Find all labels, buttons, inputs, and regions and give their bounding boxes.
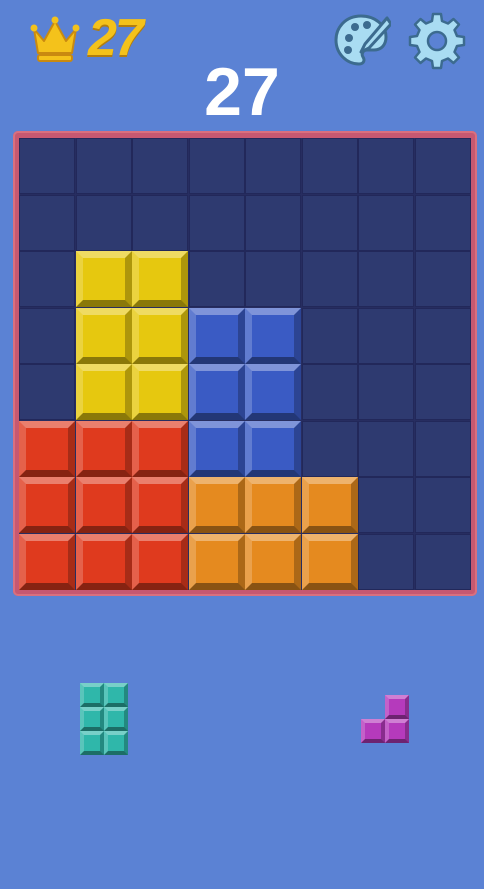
tray-block: [104, 683, 128, 707]
crown-icon: [30, 16, 80, 62]
board-cell-empty[interactable]: [358, 138, 414, 194]
board-cell-empty[interactable]: [19, 307, 75, 364]
board-cell-blue[interactable]: [245, 364, 301, 420]
board-cell-empty[interactable]: [132, 194, 188, 251]
board-cell-blue[interactable]: [188, 420, 245, 477]
tray-block: [385, 719, 409, 743]
board-cell-empty[interactable]: [414, 194, 471, 251]
tray-block: [104, 707, 128, 731]
board-cell-empty[interactable]: [19, 364, 75, 420]
board-cell-red[interactable]: [132, 533, 188, 590]
game-board[interactable]: [19, 138, 471, 590]
board-cell-yellow[interactable]: [75, 251, 132, 307]
board-cell-orange[interactable]: [245, 477, 301, 533]
board-cell-empty[interactable]: [188, 194, 245, 251]
tray-block: [385, 695, 409, 719]
board-cell-orange[interactable]: [301, 533, 358, 590]
tray-block: [361, 719, 385, 743]
board-cell-blue[interactable]: [245, 420, 301, 477]
board-cell-empty[interactable]: [301, 307, 358, 364]
board-cell-red[interactable]: [132, 477, 188, 533]
board-cell-orange[interactable]: [301, 477, 358, 533]
board-cell-empty[interactable]: [245, 194, 301, 251]
board-cell-empty[interactable]: [414, 307, 471, 364]
board-cell-empty[interactable]: [414, 251, 471, 307]
best-score-value: 27: [88, 9, 144, 67]
board-cell-empty[interactable]: [301, 364, 358, 420]
board-cell-orange[interactable]: [188, 533, 245, 590]
board-cell-empty[interactable]: [188, 251, 245, 307]
board-cell-empty[interactable]: [19, 251, 75, 307]
board-cell-empty[interactable]: [301, 138, 358, 194]
board-cell-empty[interactable]: [301, 420, 358, 477]
board-cell-empty[interactable]: [75, 194, 132, 251]
tray-block: [80, 683, 104, 707]
board-cell-empty[interactable]: [19, 138, 75, 194]
tray-block: [80, 731, 104, 755]
board-cell-red[interactable]: [132, 420, 188, 477]
board-cell-empty[interactable]: [358, 533, 414, 590]
board-cell-empty[interactable]: [245, 251, 301, 307]
board-cell-blue[interactable]: [245, 307, 301, 364]
board-cell-red[interactable]: [19, 420, 75, 477]
board-cell-blue[interactable]: [188, 307, 245, 364]
tray-block: [104, 731, 128, 755]
board-cell-empty[interactable]: [414, 420, 471, 477]
board-cell-yellow[interactable]: [132, 364, 188, 420]
board-cell-empty[interactable]: [358, 307, 414, 364]
board-cell-red[interactable]: [75, 420, 132, 477]
tray-block: [80, 707, 104, 731]
board-cell-empty[interactable]: [301, 251, 358, 307]
board-cell-yellow[interactable]: [75, 364, 132, 420]
board-cell-empty[interactable]: [414, 477, 471, 533]
board-cell-orange[interactable]: [188, 477, 245, 533]
board-cell-yellow[interactable]: [132, 251, 188, 307]
board-cell-empty[interactable]: [301, 194, 358, 251]
board-cell-empty[interactable]: [414, 364, 471, 420]
board-cell-red[interactable]: [75, 477, 132, 533]
board-cell-empty[interactable]: [75, 138, 132, 194]
board-cell-empty[interactable]: [358, 251, 414, 307]
board-cell-empty[interactable]: [358, 194, 414, 251]
board-cell-empty[interactable]: [188, 138, 245, 194]
board-cell-red[interactable]: [19, 477, 75, 533]
board-cell-empty[interactable]: [414, 533, 471, 590]
board-cell-empty[interactable]: [19, 194, 75, 251]
board-cell-empty[interactable]: [132, 138, 188, 194]
board-cell-empty[interactable]: [414, 138, 471, 194]
board-cell-empty[interactable]: [358, 364, 414, 420]
board-cell-orange[interactable]: [245, 533, 301, 590]
current-score: 27: [204, 54, 280, 130]
game-screen: 27 27: [0, 0, 484, 889]
board-cell-yellow[interactable]: [75, 307, 132, 364]
board-cell-blue[interactable]: [188, 364, 245, 420]
board-cell-red[interactable]: [19, 533, 75, 590]
board-cell-empty[interactable]: [358, 420, 414, 477]
board-cell-yellow[interactable]: [132, 307, 188, 364]
board-cell-empty[interactable]: [358, 477, 414, 533]
board-cell-red[interactable]: [75, 533, 132, 590]
board-cell-empty[interactable]: [245, 138, 301, 194]
